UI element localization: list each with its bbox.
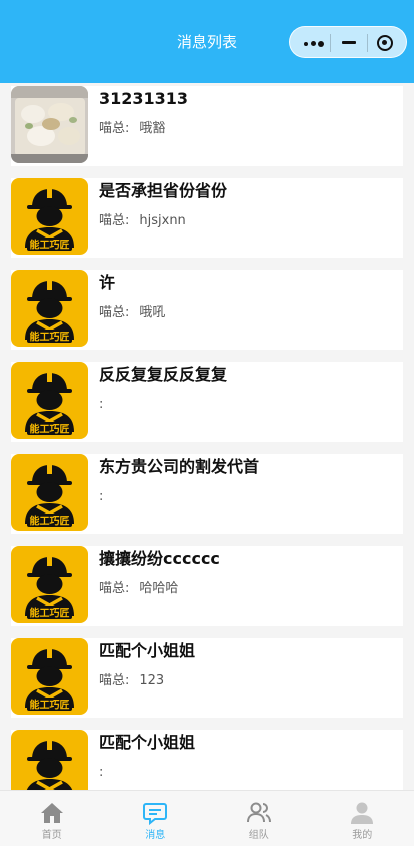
last-message: 123 bbox=[139, 673, 165, 688]
tab-label: 首页 bbox=[41, 830, 62, 841]
message-item[interactable]: 31231313 喵总: 哦豁 bbox=[11, 86, 403, 166]
tab-label: 组队 bbox=[248, 830, 269, 841]
message-item[interactable]: 能工巧匠 许喵总: 哦吼 bbox=[11, 270, 403, 350]
food-photo bbox=[11, 86, 88, 163]
avatar: 能工巧匠 bbox=[11, 178, 88, 255]
craftsman-logo-icon: 能工巧匠 bbox=[11, 546, 88, 623]
avatar: 能工巧匠 bbox=[11, 638, 88, 715]
last-message: 哦豁 bbox=[139, 121, 166, 136]
craftsman-logo-icon: 能工巧匠 bbox=[11, 178, 88, 255]
message-preview: 喵总: 哦吼 bbox=[99, 304, 165, 322]
message-preview: 喵总: 哦豁 bbox=[99, 120, 165, 138]
sender-name: : bbox=[99, 489, 104, 504]
logo-text: 能工巧匠 bbox=[30, 699, 70, 712]
message-title: 东方贵公司的割发代首 bbox=[99, 457, 260, 476]
craftsman-logo-icon: 能工巧匠 bbox=[11, 362, 88, 439]
message-item[interactable]: 能工巧匠 反反复复反反复复: bbox=[11, 362, 403, 442]
tab-label: 我的 bbox=[352, 830, 373, 841]
last-message: 哈哈哈 bbox=[139, 581, 179, 596]
tab-home[interactable]: 首页 bbox=[0, 791, 104, 846]
message-title: 攘攘纷纷cccccc bbox=[99, 549, 220, 568]
avatar: 能工巧匠 bbox=[11, 546, 88, 623]
tab-messages[interactable]: 消息 bbox=[104, 791, 208, 846]
message-title: 许 bbox=[99, 273, 116, 292]
capsule-divider bbox=[367, 34, 368, 52]
sender-name: : bbox=[99, 765, 104, 780]
profile-icon bbox=[351, 802, 374, 824]
message-preview: : bbox=[99, 396, 113, 414]
avatar: 能工巧匠 bbox=[11, 270, 88, 347]
home-icon bbox=[40, 803, 63, 823]
message-title: 反反复复反反复复 bbox=[99, 365, 228, 384]
mini-program-capsule bbox=[289, 26, 407, 58]
sender-name: 喵总: bbox=[99, 121, 130, 136]
message-title: 31231313 bbox=[99, 89, 189, 108]
last-message: hjsjxnn bbox=[139, 213, 186, 228]
nav-bar: 消息列表 bbox=[0, 0, 414, 83]
minimize-icon[interactable] bbox=[342, 41, 356, 44]
craftsman-logo-icon: 能工巧匠 bbox=[11, 454, 88, 531]
sender-name: 喵总: bbox=[99, 213, 130, 228]
logo-text: 能工巧匠 bbox=[30, 607, 70, 620]
sender-name: : bbox=[99, 397, 104, 412]
avatar: 能工巧匠 bbox=[11, 362, 88, 439]
sender-name: 喵总: bbox=[99, 305, 130, 320]
craftsman-logo-icon: 能工巧匠 bbox=[11, 638, 88, 715]
message-icon bbox=[143, 803, 168, 826]
message-preview: 喵总: 哈哈哈 bbox=[99, 580, 178, 598]
close-icon[interactable] bbox=[377, 35, 393, 51]
logo-text: 能工巧匠 bbox=[30, 423, 70, 436]
capsule-divider bbox=[330, 34, 331, 52]
message-preview: : bbox=[99, 764, 113, 782]
logo-text: 能工巧匠 bbox=[30, 515, 70, 528]
tab-team[interactable]: 组队 bbox=[207, 791, 311, 846]
logo-text: 能工巧匠 bbox=[30, 331, 70, 344]
message-item[interactable]: 能工巧匠 东方贵公司的割发代首: bbox=[11, 454, 403, 534]
message-preview: 喵总: 123 bbox=[99, 672, 164, 690]
message-preview: : bbox=[99, 488, 113, 506]
team-icon bbox=[246, 802, 271, 823]
tab-bar: 首页 消息 组队 我的 bbox=[0, 790, 414, 846]
last-message: 哦吼 bbox=[139, 305, 166, 320]
more-icon[interactable] bbox=[304, 40, 326, 47]
message-item[interactable]: 能工巧匠 匹配个小姐姐喵总: 123 bbox=[11, 638, 403, 718]
message-item[interactable]: 能工巧匠 是否承担省份省份喵总: hjsjxnn bbox=[11, 178, 403, 258]
avatar: 能工巧匠 bbox=[11, 454, 88, 531]
tab-profile[interactable]: 我的 bbox=[311, 791, 414, 846]
message-item[interactable]: 能工巧匠 攘攘纷纷cccccc 喵总: 哈哈哈 bbox=[11, 546, 403, 626]
message-title: 是否承担省份省份 bbox=[99, 181, 228, 200]
avatar bbox=[11, 86, 88, 163]
message-preview: 喵总: hjsjxnn bbox=[99, 212, 186, 230]
sender-name: 喵总: bbox=[99, 673, 130, 688]
sender-name: 喵总: bbox=[99, 581, 130, 596]
message-title: 匹配个小姐姐 bbox=[99, 641, 196, 660]
logo-text: 能工巧匠 bbox=[30, 239, 70, 252]
tab-label: 消息 bbox=[145, 830, 166, 841]
message-title: 匹配个小姐姐 bbox=[99, 733, 196, 752]
craftsman-logo-icon: 能工巧匠 bbox=[11, 270, 88, 347]
